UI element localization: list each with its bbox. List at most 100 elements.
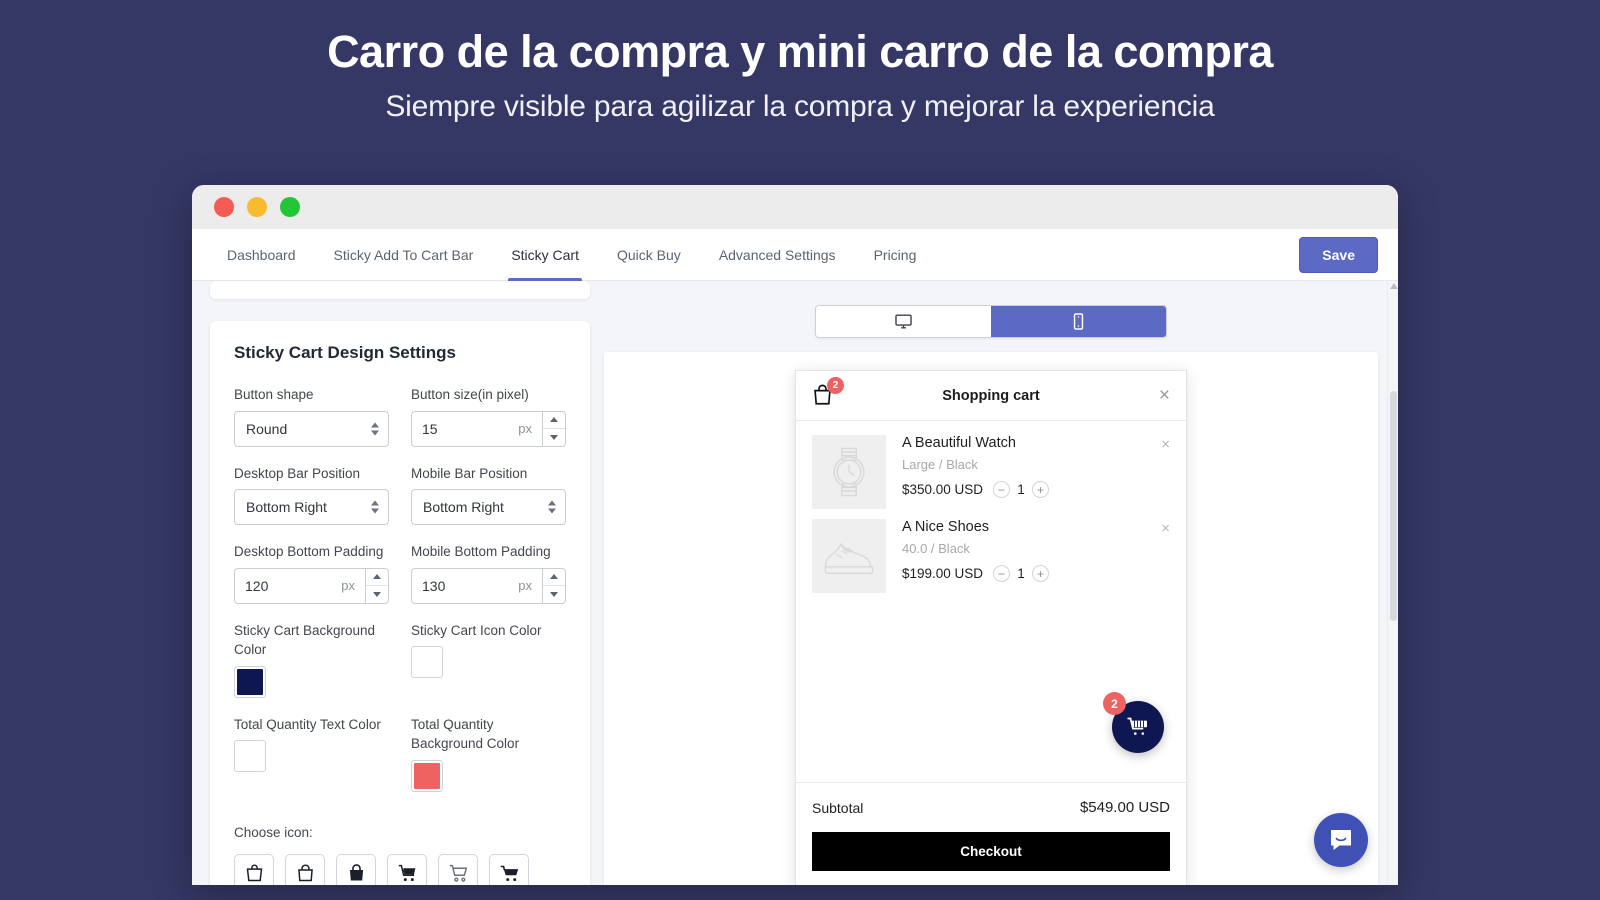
tab-quick-buy[interactable]: Quick Buy <box>598 229 700 281</box>
sticky-cart-badge: 2 <box>1103 692 1126 715</box>
remove-item-icon[interactable]: × <box>1161 435 1170 509</box>
sticky-cart-floating-button[interactable]: 2 <box>1103 692 1164 753</box>
cart-item-variant: Large / Black <box>902 457 978 472</box>
card-title: Sticky Cart Design Settings <box>234 343 457 362</box>
sticky-cart-bg-color-swatch[interactable] <box>234 665 266 698</box>
button-shape-select[interactable]: Round <box>234 410 389 447</box>
window-titlebar <box>192 185 1398 229</box>
button-shape-value: Round <box>246 420 288 437</box>
desktop-bottom-padding-input[interactable]: 120 px <box>234 567 365 604</box>
cart-item-price: $350.00 USD <box>902 482 984 497</box>
scrollbar-thumb[interactable] <box>1390 391 1397 621</box>
cart-handle-filled-icon <box>500 865 518 882</box>
sticky-cart-icon-color-swatch[interactable] <box>411 646 443 679</box>
app-navbar: Dashboard Sticky Add To Cart Bar Sticky … <box>192 229 1398 281</box>
cart-bag-badge: 2 <box>827 376 844 394</box>
spinner-up-icon[interactable] <box>366 569 388 586</box>
nav-tabs: Dashboard Sticky Add To Cart Bar Sticky … <box>208 229 935 281</box>
device-preview-toggle <box>815 305 1167 338</box>
preview-canvas: 2 Shopping cart × A Beautiful Watch Larg… <box>604 352 1378 885</box>
device-toggle-desktop[interactable] <box>816 306 991 337</box>
tab-pricing[interactable]: Pricing <box>855 229 936 281</box>
cart-item-info: A Nice Shoes 40.0 / Black $199.00 USD − … <box>886 519 1161 593</box>
cart-item-name: A Beautiful Watch <box>902 435 1016 451</box>
chevron-updown-icon <box>548 500 556 514</box>
mobile-bar-position-select[interactable]: Bottom Right <box>411 489 566 526</box>
tab-sticky-cart[interactable]: Sticky Cart <box>492 229 598 281</box>
icon-choice-cart-handle-filled[interactable] <box>489 853 529 885</box>
checkout-button[interactable]: Checkout <box>812 832 1170 871</box>
field-total-qty-text-color: Total Quantity Text Color <box>234 715 389 792</box>
tab-sticky-add-to-cart-bar[interactable]: Sticky Add To Cart Bar <box>315 229 493 281</box>
intercom-launcher-button[interactable] <box>1314 813 1368 867</box>
close-cart-icon[interactable]: × <box>1159 386 1170 405</box>
increase-quantity-button[interactable]: + <box>1032 481 1050 498</box>
button-size-spinner[interactable] <box>542 410 566 447</box>
field-desktop-bottom-padding: Desktop Bottom Padding 120 px <box>234 542 389 604</box>
field-row-3: Desktop Bottom Padding 120 px Mobile Bot… <box>234 542 566 621</box>
cart-bag-indicator[interactable]: 2 <box>812 376 844 409</box>
browser-window: Dashboard Sticky Add To Cart Bar Sticky … <box>192 185 1398 885</box>
field-mobile-bottom-padding: Mobile Bottom Padding 130 px <box>411 542 566 604</box>
icon-choice-cart-filled[interactable] <box>387 853 427 885</box>
maximize-window-button[interactable] <box>280 197 300 217</box>
decrease-quantity-button[interactable]: − <box>993 481 1011 498</box>
icon-choice-shopping-bag-outline[interactable] <box>234 853 274 885</box>
field-label: Mobile Bottom Padding <box>411 544 551 560</box>
product-thumbnail <box>812 519 886 593</box>
cart-item-info: A Beautiful Watch Large / Black $350.00 … <box>886 435 1161 509</box>
settings-content-area: Sticky Cart Design Settings Button shape… <box>192 281 1398 885</box>
promo-header: Carro de la compra y mini carro de la co… <box>0 0 1600 124</box>
quantity-stepper: − 1 + <box>993 565 1050 582</box>
field-button-size: Button size(in pixel) 15 px <box>411 385 566 447</box>
decrease-quantity-button[interactable]: − <box>993 565 1011 582</box>
checkout-area: Checkout <box>796 832 1186 885</box>
mobile-padding-spinner[interactable] <box>542 567 566 604</box>
cart-item: A Nice Shoes 40.0 / Black $199.00 USD − … <box>796 519 1186 593</box>
desktop-bar-position-value: Bottom Right <box>246 499 327 516</box>
minimize-window-button[interactable] <box>247 197 267 217</box>
cart-header: 2 Shopping cart × <box>796 371 1186 421</box>
tab-dashboard[interactable]: Dashboard <box>208 229 315 281</box>
shopping-cart-icon <box>1127 717 1147 735</box>
shopping-bag-outline-icon <box>246 864 262 882</box>
preview-column: 2 Shopping cart × A Beautiful Watch Larg… <box>604 281 1378 885</box>
icon-choice-handbag-outline[interactable] <box>285 853 325 885</box>
button-size-input[interactable]: 15 px <box>411 410 542 447</box>
spinner-down-icon[interactable] <box>543 585 565 603</box>
desktop-padding-spinner[interactable] <box>365 567 389 604</box>
remove-item-icon[interactable]: × <box>1161 519 1170 593</box>
total-qty-bg-color-swatch[interactable] <box>411 759 443 792</box>
handbag-outline-icon <box>297 864 313 882</box>
cart-item-name: A Nice Shoes <box>902 519 990 535</box>
tab-advanced-settings[interactable]: Advanced Settings <box>700 229 855 281</box>
field-mobile-bar-position: Mobile Bar Position Bottom Right <box>411 464 566 526</box>
icon-choice-handbag-filled[interactable] <box>336 853 376 885</box>
shoe-placeholder-icon <box>824 542 874 574</box>
button-size-stepper[interactable]: 15 px <box>411 410 566 447</box>
field-label: Total Quantity Background Color <box>411 716 520 752</box>
two-column-layout: Sticky Cart Design Settings Button shape… <box>192 281 1398 885</box>
icon-choice-cart-outline[interactable] <box>438 853 478 885</box>
app-container: Dashboard Sticky Add To Cart Bar Sticky … <box>192 229 1398 885</box>
sticky-cart-design-settings-card: Sticky Cart Design Settings Button shape… <box>210 321 590 885</box>
button-size-unit: px <box>518 421 532 437</box>
desktop-bar-position-select[interactable]: Bottom Right <box>234 489 389 526</box>
total-qty-text-color-swatch[interactable] <box>234 740 266 773</box>
device-toggle-mobile[interactable] <box>991 306 1166 337</box>
spinner-up-icon[interactable] <box>543 412 565 429</box>
save-button[interactable]: Save <box>1299 236 1378 273</box>
mobile-bottom-padding-input[interactable]: 130 px <box>411 567 542 604</box>
mobile-bottom-padding-unit: px <box>518 578 532 594</box>
spinner-up-icon[interactable] <box>543 569 565 586</box>
content-scrollbar[interactable] <box>1387 281 1398 885</box>
close-window-button[interactable] <box>214 197 234 217</box>
scroll-up-icon[interactable] <box>1390 283 1398 289</box>
spinner-down-icon[interactable] <box>366 585 388 603</box>
mobile-bottom-padding-stepper[interactable]: 130 px <box>411 567 566 604</box>
spinner-down-icon[interactable] <box>543 428 565 446</box>
increase-quantity-button[interactable]: + <box>1032 565 1050 582</box>
cart-filled-icon <box>398 864 415 882</box>
intercom-messenger-icon <box>1331 830 1351 850</box>
desktop-bottom-padding-stepper[interactable]: 120 px <box>234 567 389 604</box>
